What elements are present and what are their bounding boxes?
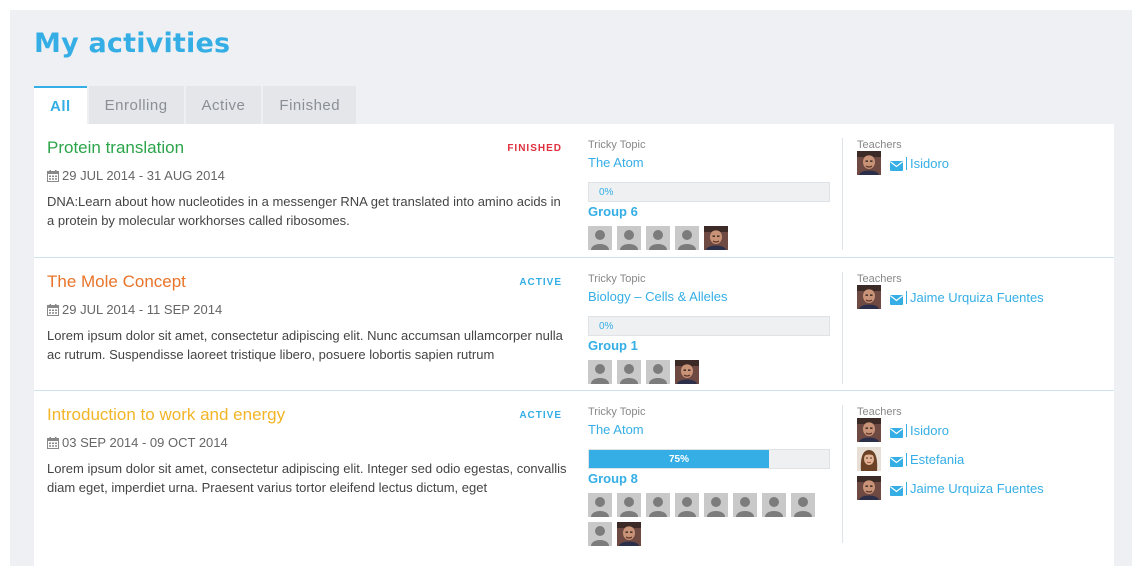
status-badge: ACTIVE xyxy=(519,410,562,421)
member-avatar-placeholder[interactable] xyxy=(617,493,641,517)
group-members xyxy=(588,493,828,546)
member-avatar[interactable] xyxy=(675,360,699,384)
separator xyxy=(906,156,907,170)
mail-icon[interactable] xyxy=(890,292,903,305)
member-avatar-placeholder[interactable] xyxy=(588,493,612,517)
teachers-label: Teachers xyxy=(857,406,902,418)
separator xyxy=(906,423,907,437)
mail-icon[interactable] xyxy=(890,158,903,171)
member-avatar[interactable] xyxy=(704,226,728,250)
activity-row: Protein translation FINISHED 29 JUL 2014… xyxy=(34,124,1114,257)
topic-link[interactable]: The Atom xyxy=(588,155,644,170)
activity-row: The Mole Concept ACTIVE 29 JUL 2014 - 11… xyxy=(34,257,1114,390)
teacher-entry: Isidoro xyxy=(857,418,949,442)
activities-list: Protein translation FINISHED 29 JUL 2014… xyxy=(34,124,1114,566)
tab-finished[interactable]: Finished xyxy=(263,86,357,124)
calendar-icon xyxy=(47,303,59,316)
member-avatar-placeholder[interactable] xyxy=(704,493,728,517)
group-members xyxy=(588,360,828,384)
member-avatar-placeholder[interactable] xyxy=(588,360,612,384)
member-avatar-placeholder[interactable] xyxy=(646,226,670,250)
member-avatar-placeholder[interactable] xyxy=(617,360,641,384)
mail-icon[interactable] xyxy=(890,483,903,496)
status-badge: FINISHED xyxy=(507,143,562,154)
member-avatar-placeholder[interactable] xyxy=(762,493,786,517)
activity-title[interactable]: Protein translation xyxy=(47,138,184,158)
activity-row: Introduction to work and energy ACTIVE 0… xyxy=(34,390,1114,566)
teacher-name-link[interactable]: Estefania xyxy=(910,452,964,467)
separator xyxy=(906,452,907,466)
date-range: 03 SEP 2014 - 09 OCT 2014 xyxy=(62,435,228,450)
group-members xyxy=(588,226,828,250)
teacher-avatar xyxy=(857,476,881,500)
teacher-name-link[interactable]: Jaime Urquiza Fuentes xyxy=(910,290,1044,305)
member-avatar-placeholder[interactable] xyxy=(588,226,612,250)
member-avatar[interactable] xyxy=(617,522,641,546)
mail-icon[interactable] xyxy=(890,454,903,467)
tricky-topic-label: Tricky Topic xyxy=(588,273,646,285)
teachers-label: Teachers xyxy=(857,273,902,285)
column-divider xyxy=(842,138,843,250)
teacher-avatar xyxy=(857,285,881,309)
progress-label: 75% xyxy=(668,453,689,465)
column-divider xyxy=(842,405,843,543)
activity-description: Lorem ipsum dolor sit amet, consectetur … xyxy=(47,461,567,495)
tricky-topic-label: Tricky Topic xyxy=(588,406,646,418)
member-avatar-placeholder[interactable] xyxy=(617,226,641,250)
teacher-name-link[interactable]: Isidoro xyxy=(910,156,949,171)
teacher-name-link[interactable]: Isidoro xyxy=(910,423,949,438)
progress-bar: 0% xyxy=(588,316,830,336)
activity-dates: 29 JUL 2014 - 11 SEP 2014 xyxy=(47,302,222,317)
teacher-avatar xyxy=(857,418,881,442)
member-avatar-placeholder[interactable] xyxy=(675,493,699,517)
teacher-entry: Jaime Urquiza Fuentes xyxy=(857,285,1044,309)
page-title: My activities xyxy=(34,28,231,59)
tab-active[interactable]: Active xyxy=(185,86,262,124)
progress-bar: 0% xyxy=(588,182,830,202)
teacher-entry: Isidoro xyxy=(857,151,949,175)
member-avatar-placeholder[interactable] xyxy=(646,493,670,517)
member-avatar-placeholder[interactable] xyxy=(675,226,699,250)
tab-enrolling[interactable]: Enrolling xyxy=(88,86,184,124)
separator xyxy=(906,290,907,304)
calendar-icon xyxy=(47,436,59,449)
teachers-label: Teachers xyxy=(857,139,902,151)
activity-title[interactable]: The Mole Concept xyxy=(47,272,186,292)
teacher-name-link[interactable]: Jaime Urquiza Fuentes xyxy=(910,481,1044,496)
tab-all[interactable]: All xyxy=(34,86,87,124)
group-link[interactable]: Group 1 xyxy=(588,338,638,353)
member-avatar-placeholder[interactable] xyxy=(588,522,612,546)
teacher-entry: Estefania xyxy=(857,447,964,471)
progress-bar: 75% xyxy=(588,449,830,469)
status-badge: ACTIVE xyxy=(519,277,562,288)
progress-label: 0% xyxy=(599,320,614,332)
teacher-entry: Jaime Urquiza Fuentes xyxy=(857,476,1044,500)
topic-link[interactable]: Biology – Cells & Alleles xyxy=(588,289,727,304)
activity-title[interactable]: Introduction to work and energy xyxy=(47,405,285,425)
group-link[interactable]: Group 8 xyxy=(588,471,638,486)
teacher-avatar xyxy=(857,447,881,471)
activities-frame: My activities All Enrolling Active Finis… xyxy=(10,10,1132,566)
member-avatar-placeholder[interactable] xyxy=(646,360,670,384)
topic-link[interactable]: The Atom xyxy=(588,422,644,437)
tricky-topic-label: Tricky Topic xyxy=(588,139,646,151)
teacher-avatar xyxy=(857,151,881,175)
separator xyxy=(906,481,907,495)
date-range: 29 JUL 2014 - 31 AUG 2014 xyxy=(62,168,225,183)
group-link[interactable]: Group 6 xyxy=(588,204,638,219)
progress-label: 0% xyxy=(599,186,614,198)
activity-description: DNA:Learn about how nucleotides in a mes… xyxy=(47,194,561,228)
member-avatar-placeholder[interactable] xyxy=(733,493,757,517)
activity-description: Lorem ipsum dolor sit amet, consectetur … xyxy=(47,328,563,362)
mail-icon[interactable] xyxy=(890,425,903,438)
activity-dates: 03 SEP 2014 - 09 OCT 2014 xyxy=(47,435,228,450)
date-range: 29 JUL 2014 - 11 SEP 2014 xyxy=(62,302,223,317)
column-divider xyxy=(842,272,843,384)
calendar-icon xyxy=(47,169,59,182)
tab-bar: All Enrolling Active Finished xyxy=(34,86,358,124)
member-avatar-placeholder[interactable] xyxy=(791,493,815,517)
activity-dates: 29 JUL 2014 - 31 AUG 2014 xyxy=(47,168,225,183)
